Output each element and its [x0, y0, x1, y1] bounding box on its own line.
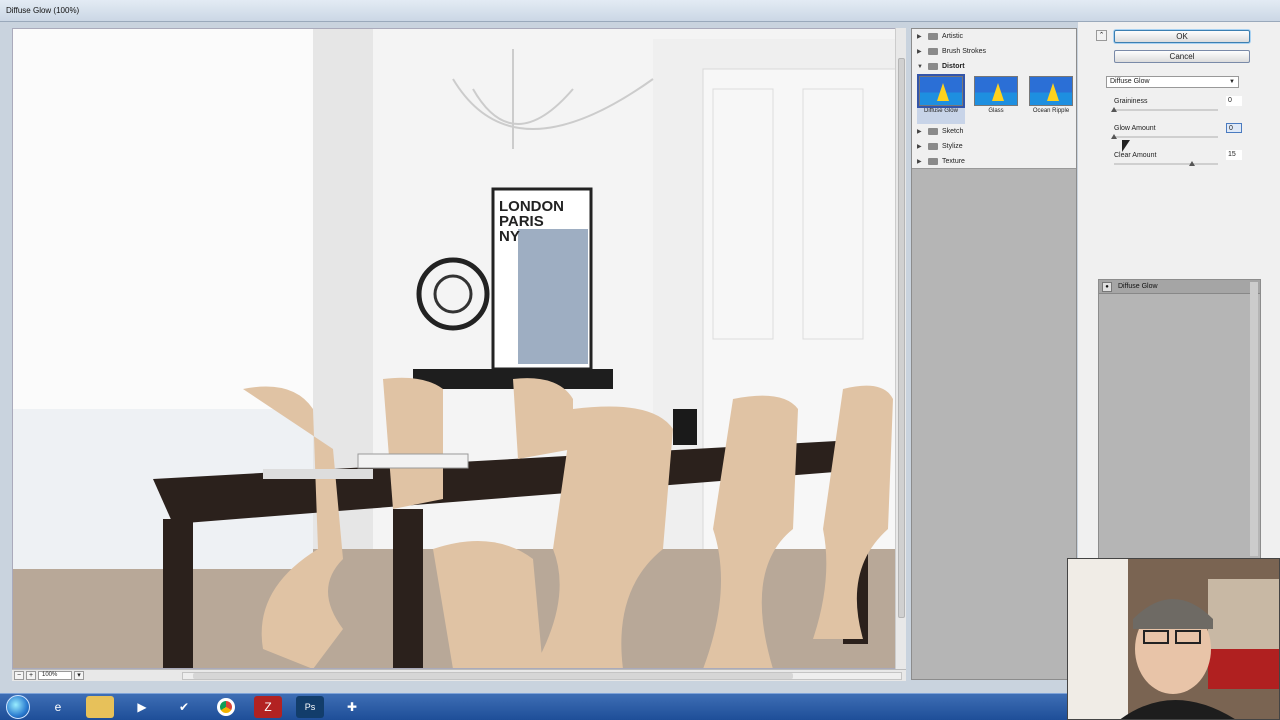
window-title: Diffuse Glow (100%) [6, 6, 80, 15]
param-graininess: Graininess 0 [1111, 96, 1250, 118]
ok-button[interactable]: OK [1114, 30, 1250, 43]
effect-layer-label: Diffuse Glow [1118, 283, 1158, 290]
glow-amount-slider[interactable] [1114, 136, 1218, 138]
zoom-select[interactable]: 100% [38, 671, 72, 680]
effect-layer-row[interactable]: ● Diffuse Glow [1099, 280, 1260, 294]
chrome-icon[interactable] [212, 696, 240, 718]
chevron-down-icon[interactable]: ▾ [74, 671, 84, 680]
expand-arrow-icon[interactable]: ▶ [917, 143, 925, 150]
graininess-slider[interactable] [1114, 109, 1218, 111]
eye-icon[interactable]: ● [1102, 281, 1112, 292]
window-titlebar: Diffuse Glow (100%) [0, 0, 1280, 22]
expand-arrow-icon[interactable]: ▶ [917, 158, 925, 165]
vertical-scrollbar[interactable] [895, 28, 906, 669]
poster-text-line: PARIS [499, 213, 544, 230]
clear-amount-slider[interactable] [1114, 163, 1218, 165]
sailboat-thumbnail-icon [974, 76, 1018, 106]
chevron-down-icon: ▼ [1229, 79, 1235, 85]
folder-icon [928, 48, 938, 55]
tools-icon[interactable]: ✚ [338, 696, 366, 718]
webcam-overlay [1067, 558, 1280, 720]
folder-icon [928, 128, 938, 135]
mouse-cursor-icon [1122, 140, 1130, 152]
filter-gallery: ▶ Artistic ▶ Brush Strokes ▼ Distort Diffus… [911, 28, 1077, 680]
dining-room-image [13, 29, 905, 668]
expand-arrow-icon[interactable]: ▶ [917, 128, 925, 135]
category-artistic[interactable]: ▶ Artistic [912, 29, 1076, 44]
filter-thumb-glass[interactable]: Glass [972, 76, 1020, 124]
param-label: Glow Amount [1114, 125, 1156, 132]
zoom-in-button[interactable]: + [26, 671, 36, 680]
expand-arrow-icon[interactable]: ▶ [917, 48, 925, 55]
param-glow-amount: Glow Amount 0 [1111, 123, 1250, 145]
param-label: Graininess [1114, 98, 1148, 105]
vertical-scroll-thumb[interactable] [898, 58, 905, 618]
category-stylize[interactable]: ▶ Stylize [912, 139, 1076, 154]
folder-icon [928, 143, 938, 150]
checkmark-app-icon[interactable]: ✔ [170, 696, 198, 718]
param-label: Clear Amount [1114, 152, 1157, 159]
collapse-arrow-icon[interactable]: ▼ [917, 64, 925, 70]
internet-explorer-icon[interactable]: e [44, 696, 72, 718]
slider-knob[interactable] [1111, 107, 1117, 112]
slider-knob[interactable] [1111, 134, 1117, 139]
folder-icon[interactable] [86, 696, 114, 718]
image-preview[interactable]: LONDON PARIS NY [12, 28, 906, 669]
filter-select[interactable]: Diffuse Glow ▼ [1106, 76, 1239, 88]
folder-icon [928, 158, 938, 165]
collapse-gallery-button[interactable]: ⌃ [1096, 30, 1107, 41]
folder-icon [928, 33, 938, 40]
windows-taskbar: e ▶ ✔ Z Ps ✚ [0, 693, 1067, 720]
cancel-button[interactable]: Cancel [1114, 50, 1250, 63]
graininess-input[interactable]: 0 [1226, 96, 1242, 106]
filter-select-value: Diffuse Glow [1110, 78, 1150, 85]
photoshop-icon[interactable]: Ps [296, 696, 324, 718]
slider-knob[interactable] [1189, 161, 1195, 166]
horizontal-scrollbar[interactable] [182, 672, 902, 680]
sailboat-thumbnail-icon [1029, 76, 1073, 106]
category-brush-strokes[interactable]: ▶ Brush Strokes [912, 44, 1076, 59]
layers-scrollbar[interactable] [1250, 282, 1258, 556]
horizontal-scroll-thumb[interactable] [193, 673, 793, 679]
poster-text-line: NY [499, 228, 520, 245]
clear-amount-input[interactable]: 15 [1226, 150, 1242, 160]
effect-layers-panel: ● Diffuse Glow [1098, 279, 1261, 559]
windows-start-icon[interactable] [6, 695, 30, 719]
glow-amount-input[interactable]: 0 [1226, 123, 1242, 133]
preview-bottom-bar: − + 100% ▾ [12, 669, 906, 681]
poster-text-line: LONDON [499, 198, 564, 215]
category-texture[interactable]: ▶ Texture [912, 154, 1076, 169]
expand-arrow-icon[interactable]: ▶ [917, 33, 925, 40]
filter-thumb-diffuse-glow[interactable]: Diffuse Glow [917, 74, 965, 124]
category-distort[interactable]: ▼ Distort [912, 59, 1076, 74]
folder-open-icon [928, 63, 938, 70]
param-clear-amount: Clear Amount 15 [1114, 150, 1250, 172]
media-player-icon[interactable]: ▶ [128, 696, 156, 718]
category-sketch[interactable]: ▶ Sketch [912, 124, 1076, 139]
sailboat-thumbnail-icon [917, 74, 965, 108]
zoom-out-button[interactable]: − [14, 671, 24, 680]
filezilla-icon[interactable]: Z [254, 696, 282, 718]
filter-thumb-ocean-ripple[interactable]: Ocean Ripple [1027, 76, 1075, 124]
